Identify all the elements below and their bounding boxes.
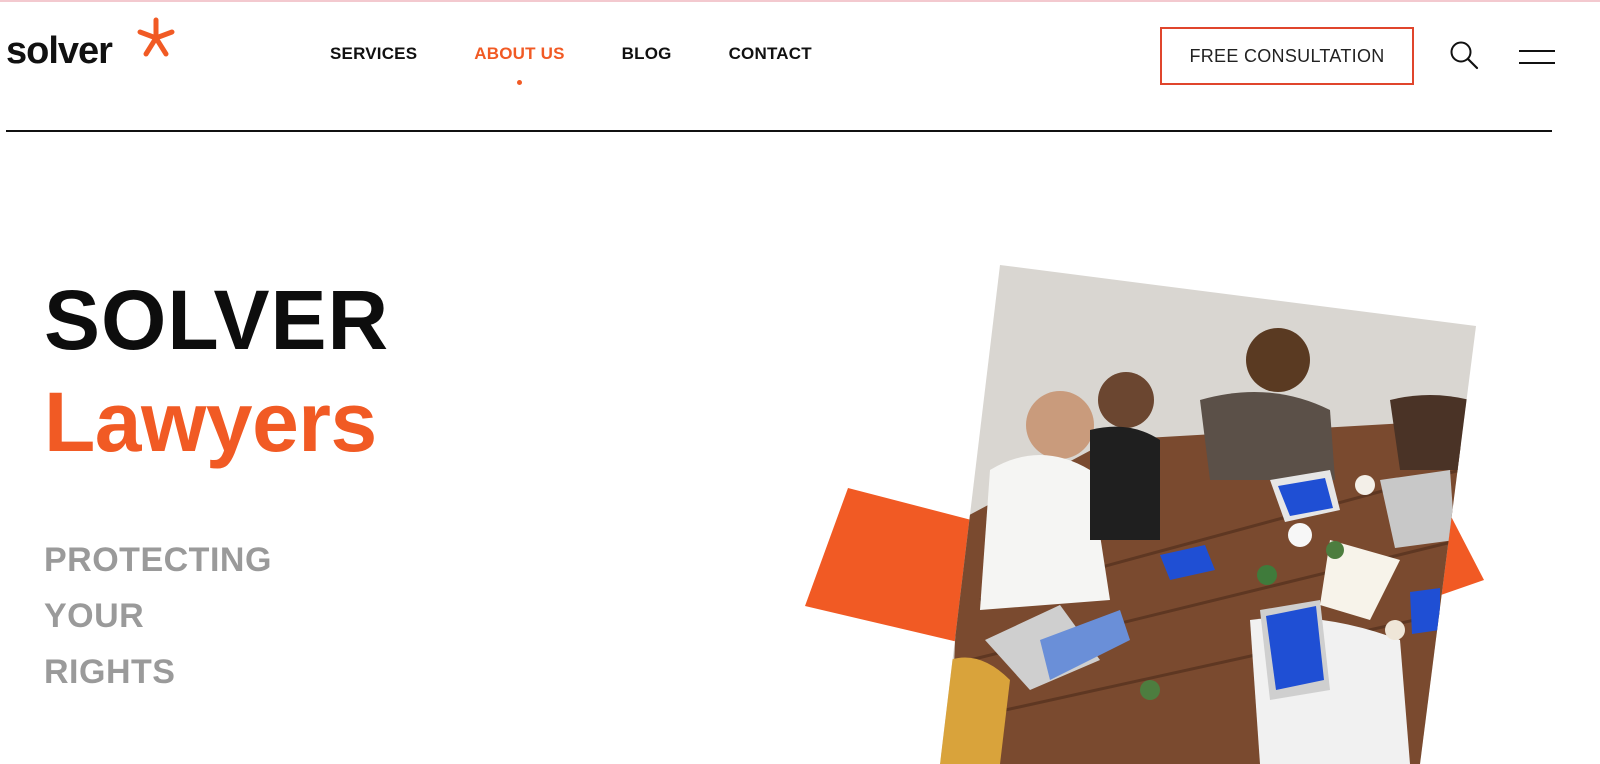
orange-accent-shape xyxy=(805,488,1010,642)
hamburger-menu-icon[interactable] xyxy=(1519,46,1555,68)
top-accent-stripe xyxy=(0,0,1600,2)
nav-item-label: SERVICES xyxy=(330,44,418,63)
hero-subtitle: Lawyers xyxy=(44,375,377,469)
menu-bar xyxy=(1519,50,1555,52)
hero-tagline: PROTECTING YOUR RIGHTS xyxy=(44,532,272,700)
header-divider xyxy=(6,130,1552,132)
site-logo[interactable]: solver xyxy=(6,14,186,74)
tagline-line: YOUR xyxy=(44,597,145,635)
hero-title: SOLVER xyxy=(44,273,390,367)
free-consultation-button[interactable]: FREE CONSULTATION xyxy=(1160,27,1414,85)
search-button[interactable] xyxy=(1448,39,1480,71)
nav-item-contact[interactable]: CONTACT xyxy=(729,44,812,64)
asterisk-icon xyxy=(137,17,175,57)
search-icon xyxy=(1450,41,1479,70)
main-nav: SERVICES ABOUT US BLOG CONTACT xyxy=(330,44,869,85)
tagline-line: RIGHTS xyxy=(44,653,176,691)
nav-item-label: ABOUT US xyxy=(474,44,565,63)
orange-accent-shape xyxy=(1438,495,1484,596)
nav-item-about-us[interactable]: ABOUT US xyxy=(474,44,565,85)
menu-bar xyxy=(1519,62,1555,64)
team-meeting-photo xyxy=(940,265,1476,764)
nav-item-blog[interactable]: BLOG xyxy=(622,44,672,64)
nav-item-label: CONTACT xyxy=(728,44,812,63)
nav-item-services[interactable]: SERVICES xyxy=(330,44,417,64)
active-indicator-dot xyxy=(517,80,523,85)
nav-item-label: BLOG xyxy=(621,44,672,63)
logo-wordmark: solver xyxy=(6,30,113,72)
tagline-line: PROTECTING xyxy=(44,541,272,579)
